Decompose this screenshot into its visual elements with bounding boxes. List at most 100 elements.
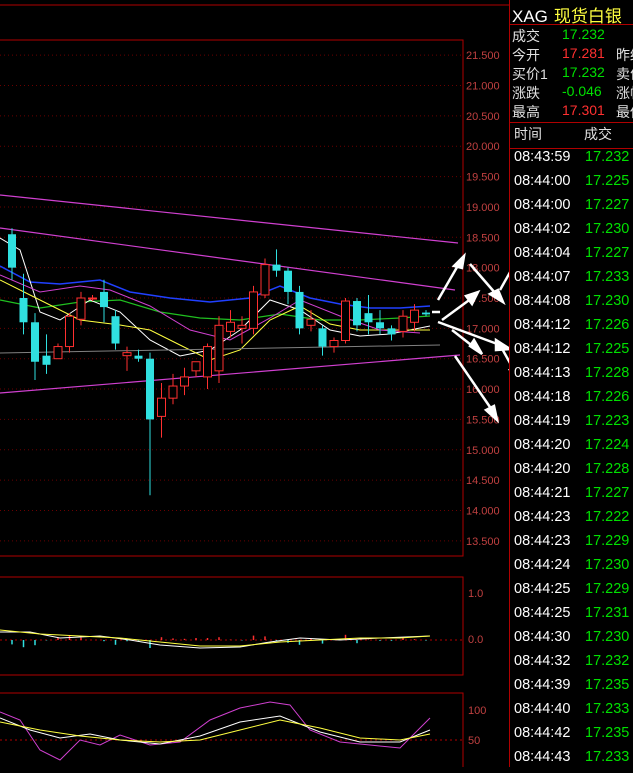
quote-label-2: 最低 xyxy=(616,104,633,120)
tick-time: 08:43:59 xyxy=(514,149,571,165)
kline-chart[interactable]: 21.500 21.000 20.500 20.000 19.500 19.000 18.5… xyxy=(0,0,552,773)
candle-body[interactable] xyxy=(214,324,224,372)
tick-price: 17.233 xyxy=(585,749,630,765)
tick-row[interactable]: 08:44:23 17.222 xyxy=(512,509,633,533)
tick-row[interactable]: 08:44:08 17.230 xyxy=(512,293,633,317)
quote-row-last: 成交 17.232 xyxy=(512,26,633,45)
candle-body[interactable] xyxy=(65,315,74,348)
candlestick-series xyxy=(8,228,430,496)
tick-row[interactable]: 08:44:20 17.228 xyxy=(512,461,633,485)
candle-body[interactable] xyxy=(410,309,419,323)
quote-label: 最高 xyxy=(512,104,540,120)
candle-body[interactable] xyxy=(364,313,373,323)
candle-body[interactable] xyxy=(203,346,212,378)
candle-body[interactable] xyxy=(376,322,384,329)
candle-body[interactable] xyxy=(19,298,28,323)
tick-row[interactable]: 08:44:21 17.227 xyxy=(512,485,633,509)
quote-label: 成交 xyxy=(512,28,540,44)
kline-chart-area[interactable]: 21.500 21.000 20.500 20.000 19.500 19.000 18.5… xyxy=(0,0,552,773)
tick-price: 17.231 xyxy=(585,605,630,621)
lower-trendline[interactable] xyxy=(0,354,461,394)
candle-body[interactable] xyxy=(237,324,247,329)
candle-body[interactable] xyxy=(341,300,350,341)
tick-time: 08:44:25 xyxy=(514,581,571,597)
quote-row-bid: 买价1 17.232 卖价 xyxy=(512,64,633,83)
candle-body[interactable] xyxy=(122,352,132,357)
tick-time: 08:44:40 xyxy=(514,701,571,717)
candle-body[interactable] xyxy=(226,321,235,332)
tick-row[interactable]: 08:44:12 17.225 xyxy=(512,341,633,365)
tick-price: 17.233 xyxy=(585,269,630,285)
candle-body[interactable] xyxy=(111,316,120,344)
tick-row[interactable]: 08:44:43 17.233 xyxy=(512,749,633,773)
candle-body[interactable] xyxy=(306,318,316,326)
candle-body[interactable] xyxy=(422,312,430,315)
tick-row[interactable]: 08:44:13 17.228 xyxy=(512,365,633,389)
candle-body[interactable] xyxy=(260,264,270,296)
tick-time: 08:44:24 xyxy=(514,557,571,573)
price-axis-label: 20.000 xyxy=(466,141,500,153)
tick-row[interactable]: 08:44:19 17.223 xyxy=(512,413,633,437)
candle-body[interactable] xyxy=(329,339,339,348)
tick-row[interactable]: 08:44:39 17.235 xyxy=(512,677,633,701)
candle-body[interactable] xyxy=(318,328,327,347)
price-axis-label: 14.500 xyxy=(466,475,500,487)
candle-body[interactable] xyxy=(398,315,408,332)
tick-row[interactable]: 08:44:40 17.233 xyxy=(512,701,633,725)
tick-price: 17.228 xyxy=(585,365,630,381)
price-panel-border xyxy=(0,39,464,557)
tick-row[interactable]: 08:44:42 17.235 xyxy=(512,725,633,749)
quote-label-2: 涨幅 xyxy=(616,85,633,101)
middle-trendline[interactable] xyxy=(0,227,456,291)
tick-price: 17.226 xyxy=(585,317,630,333)
tick-time: 08:44:07 xyxy=(514,269,571,285)
tick-row[interactable]: 08:44:30 17.230 xyxy=(512,629,633,653)
candle-body[interactable] xyxy=(249,291,258,329)
tick-time: 08:44:20 xyxy=(514,461,571,477)
candle-body[interactable] xyxy=(284,270,292,292)
tick-time: 08:44:08 xyxy=(514,293,571,309)
tick-price: 17.235 xyxy=(585,725,630,741)
tick-row[interactable]: 08:44:25 17.229 xyxy=(512,581,633,605)
tick-row[interactable]: 08:44:12 17.226 xyxy=(512,317,633,341)
candle-body[interactable] xyxy=(8,234,16,268)
candle-body[interactable] xyxy=(100,291,108,308)
tick-row[interactable]: 08:44:02 17.230 xyxy=(512,221,633,245)
tick-row[interactable]: 08:44:07 17.233 xyxy=(512,269,633,293)
tick-row[interactable]: 08:44:20 17.224 xyxy=(512,437,633,461)
quote-value: 17.301 xyxy=(562,102,605,118)
candle-body[interactable] xyxy=(53,346,63,360)
tick-row[interactable]: 08:44:00 17.225 xyxy=(512,173,633,197)
tick-row[interactable]: 08:44:25 17.231 xyxy=(512,605,633,629)
price-axis-label: 16.500 xyxy=(466,354,500,366)
tick-price: 17.223 xyxy=(585,413,630,429)
candle-body[interactable] xyxy=(146,358,154,420)
tick-row[interactable]: 08:43:59 17.232 xyxy=(512,149,633,173)
upper-trendline[interactable] xyxy=(0,194,459,244)
tick-time: 08:44:30 xyxy=(514,629,571,645)
tick-row[interactable]: 08:44:24 17.230 xyxy=(512,557,633,581)
tick-row[interactable]: 08:44:18 17.226 xyxy=(512,389,633,413)
ticks-header: 时间 成交 xyxy=(510,124,633,144)
candle-body[interactable] xyxy=(295,291,304,329)
candle-body[interactable] xyxy=(387,328,396,335)
tick-row[interactable]: 08:44:32 17.232 xyxy=(512,653,633,677)
tick-row[interactable]: 08:44:00 17.227 xyxy=(512,197,633,221)
candle-body[interactable] xyxy=(88,297,97,300)
divider xyxy=(510,24,633,25)
tick-time: 08:44:23 xyxy=(514,533,571,549)
candle-body[interactable] xyxy=(42,355,51,365)
candle-body[interactable] xyxy=(157,397,166,417)
tick-price: 17.224 xyxy=(585,437,630,453)
candle-body[interactable] xyxy=(31,322,39,362)
candle-body[interactable] xyxy=(76,297,86,320)
candle-body[interactable] xyxy=(191,361,201,372)
candle-body[interactable] xyxy=(180,376,189,387)
candle-body[interactable] xyxy=(272,264,281,271)
candle-body[interactable] xyxy=(134,355,143,359)
tick-row[interactable]: 08:44:23 17.229 xyxy=(512,533,633,557)
price-axis-label: 20.500 xyxy=(466,111,500,123)
candle-body[interactable] xyxy=(353,301,361,326)
candle-body[interactable] xyxy=(168,385,178,399)
tick-row[interactable]: 08:44:04 17.227 xyxy=(512,245,633,269)
